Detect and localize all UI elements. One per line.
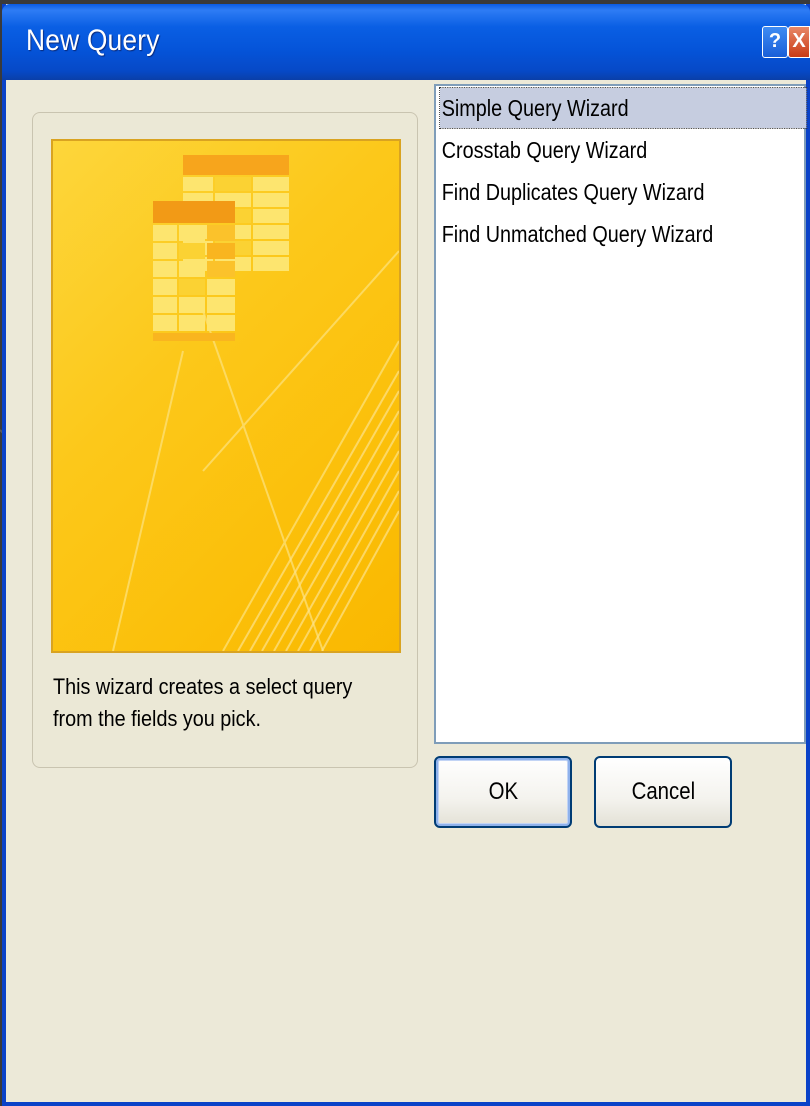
list-item-find-duplicates-query-wizard[interactable]: Find Duplicates Query Wizard xyxy=(440,172,705,212)
new-query-dialog: New Query ? X This wizard creates a sele… xyxy=(2,4,810,1106)
close-icon[interactable]: X xyxy=(788,26,810,58)
list-item-find-unmatched-query-wizard[interactable]: Find Unmatched Query Wizard xyxy=(440,214,714,254)
help-icon[interactable]: ? xyxy=(762,26,788,58)
ok-button[interactable]: OK xyxy=(434,756,572,828)
ok-button-label: OK xyxy=(488,778,518,805)
list-item-crosstab-query-wizard[interactable]: Crosstab Query Wizard xyxy=(440,130,648,170)
list-item-simple-query-wizard[interactable]: Simple Query Wizard xyxy=(439,87,808,129)
title-bar[interactable]: New Query ? X xyxy=(2,4,810,80)
window-title: New Query xyxy=(26,24,160,57)
wizard-preview-panel: This wizard creates a select query from … xyxy=(32,112,418,768)
query-wizard-list[interactable]: Simple Query Wizard Crosstab Query Wizar… xyxy=(434,84,808,744)
cancel-button[interactable]: Cancel xyxy=(594,756,732,828)
query-tables-illustration xyxy=(51,139,401,653)
screen: New Query ? X This wizard creates a sele… xyxy=(0,0,810,1106)
cancel-button-label: Cancel xyxy=(631,778,695,805)
wizard-description: This wizard creates a select query from … xyxy=(53,674,353,731)
